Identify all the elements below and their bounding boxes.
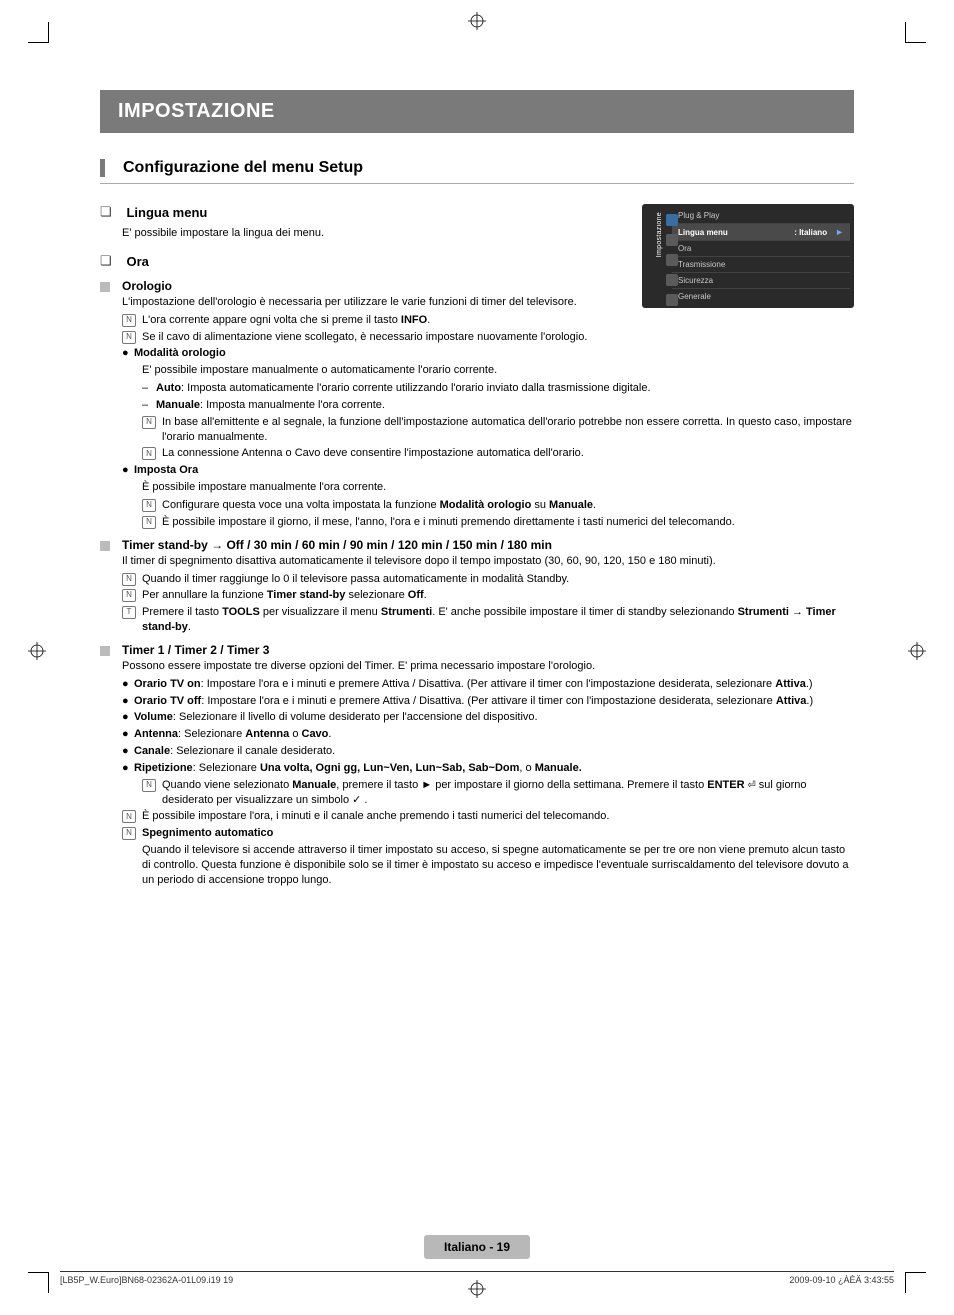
osd-preview: Impostazione Plug & Play Lingua menu : I… (642, 204, 854, 308)
item-title: Timer stand-by → Off / 30 min / 60 min /… (122, 538, 552, 552)
page-title-bar: IMPOSTAZIONE (100, 90, 854, 133)
note-icon (122, 589, 136, 602)
body-text: Possono essere impostate tre diverse opz… (122, 659, 854, 674)
tools-icon (122, 606, 136, 619)
note-icon (142, 516, 156, 529)
note-icon (142, 447, 156, 460)
note-line: È possibile impostare il giorno, il mese… (142, 515, 854, 530)
tool-line: Premere il tasto TOOLS per visualizzare … (122, 605, 854, 635)
note-icon (142, 779, 156, 792)
bullet-line: ● Canale: Selezionare il canale desidera… (122, 744, 854, 759)
note-line: L'ora corrente appare ogni volta che si … (122, 313, 854, 328)
osd-row: Plug & Play (672, 208, 850, 224)
osd-row: Sicurezza (672, 273, 850, 289)
body-text: Quando il televisore si accende attraver… (142, 843, 854, 888)
dash-line: – Auto: Imposta automaticamente l'orario… (142, 381, 854, 396)
square-icon (100, 646, 110, 656)
crop-mark (28, 1272, 49, 1293)
note-line: Configurare questa voce una volta impost… (142, 498, 854, 513)
bullet-line: ● Volume: Selezionare il livello di volu… (122, 710, 854, 725)
osd-icon (666, 274, 678, 286)
bullet-line: ● Imposta Ora (122, 463, 854, 478)
note-icon (142, 416, 156, 429)
square-icon (100, 282, 110, 292)
note-line: Quando il timer raggiunge lo 0 il televi… (122, 572, 854, 587)
note-line: Spegnimento automatico (122, 826, 854, 841)
crop-mark (905, 1272, 926, 1293)
box-icon: ❏ (100, 204, 122, 220)
subsection-title: Ora (126, 254, 148, 269)
item-title: Orologio (122, 279, 172, 293)
header-accent (100, 159, 105, 177)
osd-icon (666, 294, 678, 306)
subsection-title: Lingua menu (126, 205, 207, 220)
osd-icon (666, 214, 678, 226)
note-icon (122, 573, 136, 586)
square-icon (100, 541, 110, 551)
bullet-line: ● Antenna: Selezionare Antenna o Cavo. (122, 727, 854, 742)
arrow-right-icon: ► (835, 227, 844, 237)
osd-icon (666, 254, 678, 266)
note-line: La connessione Antenna o Cavo deve conse… (142, 446, 854, 461)
footer-right: 2009-09-10 ¿ÀÈÄ 3:43:55 (789, 1275, 894, 1285)
note-line: Quando viene selezionato Manuale, premer… (142, 778, 854, 808)
section-header-text: Configurazione del menu Setup (123, 159, 363, 177)
osd-icon (666, 234, 678, 246)
osd-row: Ora (672, 241, 850, 257)
page-number: Italiano - 19 (424, 1235, 530, 1259)
bullet-line: ● Modalità orologio (122, 346, 854, 361)
registration-mark-icon (468, 12, 486, 35)
bullet-line: ● Ripetizione: Selezionare Una volta, Og… (122, 761, 854, 776)
note-icon (122, 827, 136, 840)
body-text: È possibile impostare manualmente l'ora … (142, 480, 854, 495)
note-icon (122, 314, 136, 327)
note-line: Per annullare la funzione Timer stand-by… (122, 588, 854, 603)
note-line: In base all'emittente e al segnale, la f… (142, 415, 854, 445)
osd-row-highlighted: Lingua menu : Italiano► (672, 224, 850, 241)
osd-side-label: Impostazione (656, 212, 663, 257)
bullet-line: ● Orario TV off: Impostare l'ora e i min… (122, 694, 854, 709)
note-line: Se il cavo di alimentazione viene scolle… (122, 330, 642, 345)
item-standby: Timer stand-by → Off / 30 min / 60 min /… (100, 538, 854, 552)
note-icon (122, 331, 136, 344)
note-line: È possibile impostare l'ora, i minuti e … (122, 809, 854, 824)
box-icon: ❏ (100, 253, 122, 269)
section-header: Configurazione del menu Setup (100, 159, 854, 184)
item-title: Timer 1 / Timer 2 / Timer 3 (122, 643, 269, 657)
crop-mark (28, 22, 49, 43)
osd-row: Generale (672, 289, 850, 304)
body-text: E' possibile impostare manualmente o aut… (142, 363, 854, 378)
note-icon (122, 810, 136, 823)
registration-mark-icon (28, 642, 46, 665)
enter-icon: ⏎ (745, 780, 756, 791)
crop-mark (905, 22, 926, 43)
note-icon (142, 499, 156, 512)
body-text: Il timer di spegnimento disattiva automa… (122, 554, 854, 569)
bullet-line: ● Orario TV on: Impostare l'ora e i minu… (122, 677, 854, 692)
registration-mark-icon (908, 642, 926, 665)
item-timer: Timer 1 / Timer 2 / Timer 3 (100, 643, 854, 657)
osd-row: Trasmissione (672, 257, 850, 273)
dash-line: – Manuale: Imposta manualmente l'ora cor… (142, 398, 854, 413)
footer-meta: [LB5P_W.Euro]BN68-02362A-01L09.i19 19 20… (60, 1271, 894, 1285)
footer-left: [LB5P_W.Euro]BN68-02362A-01L09.i19 19 (60, 1275, 233, 1285)
